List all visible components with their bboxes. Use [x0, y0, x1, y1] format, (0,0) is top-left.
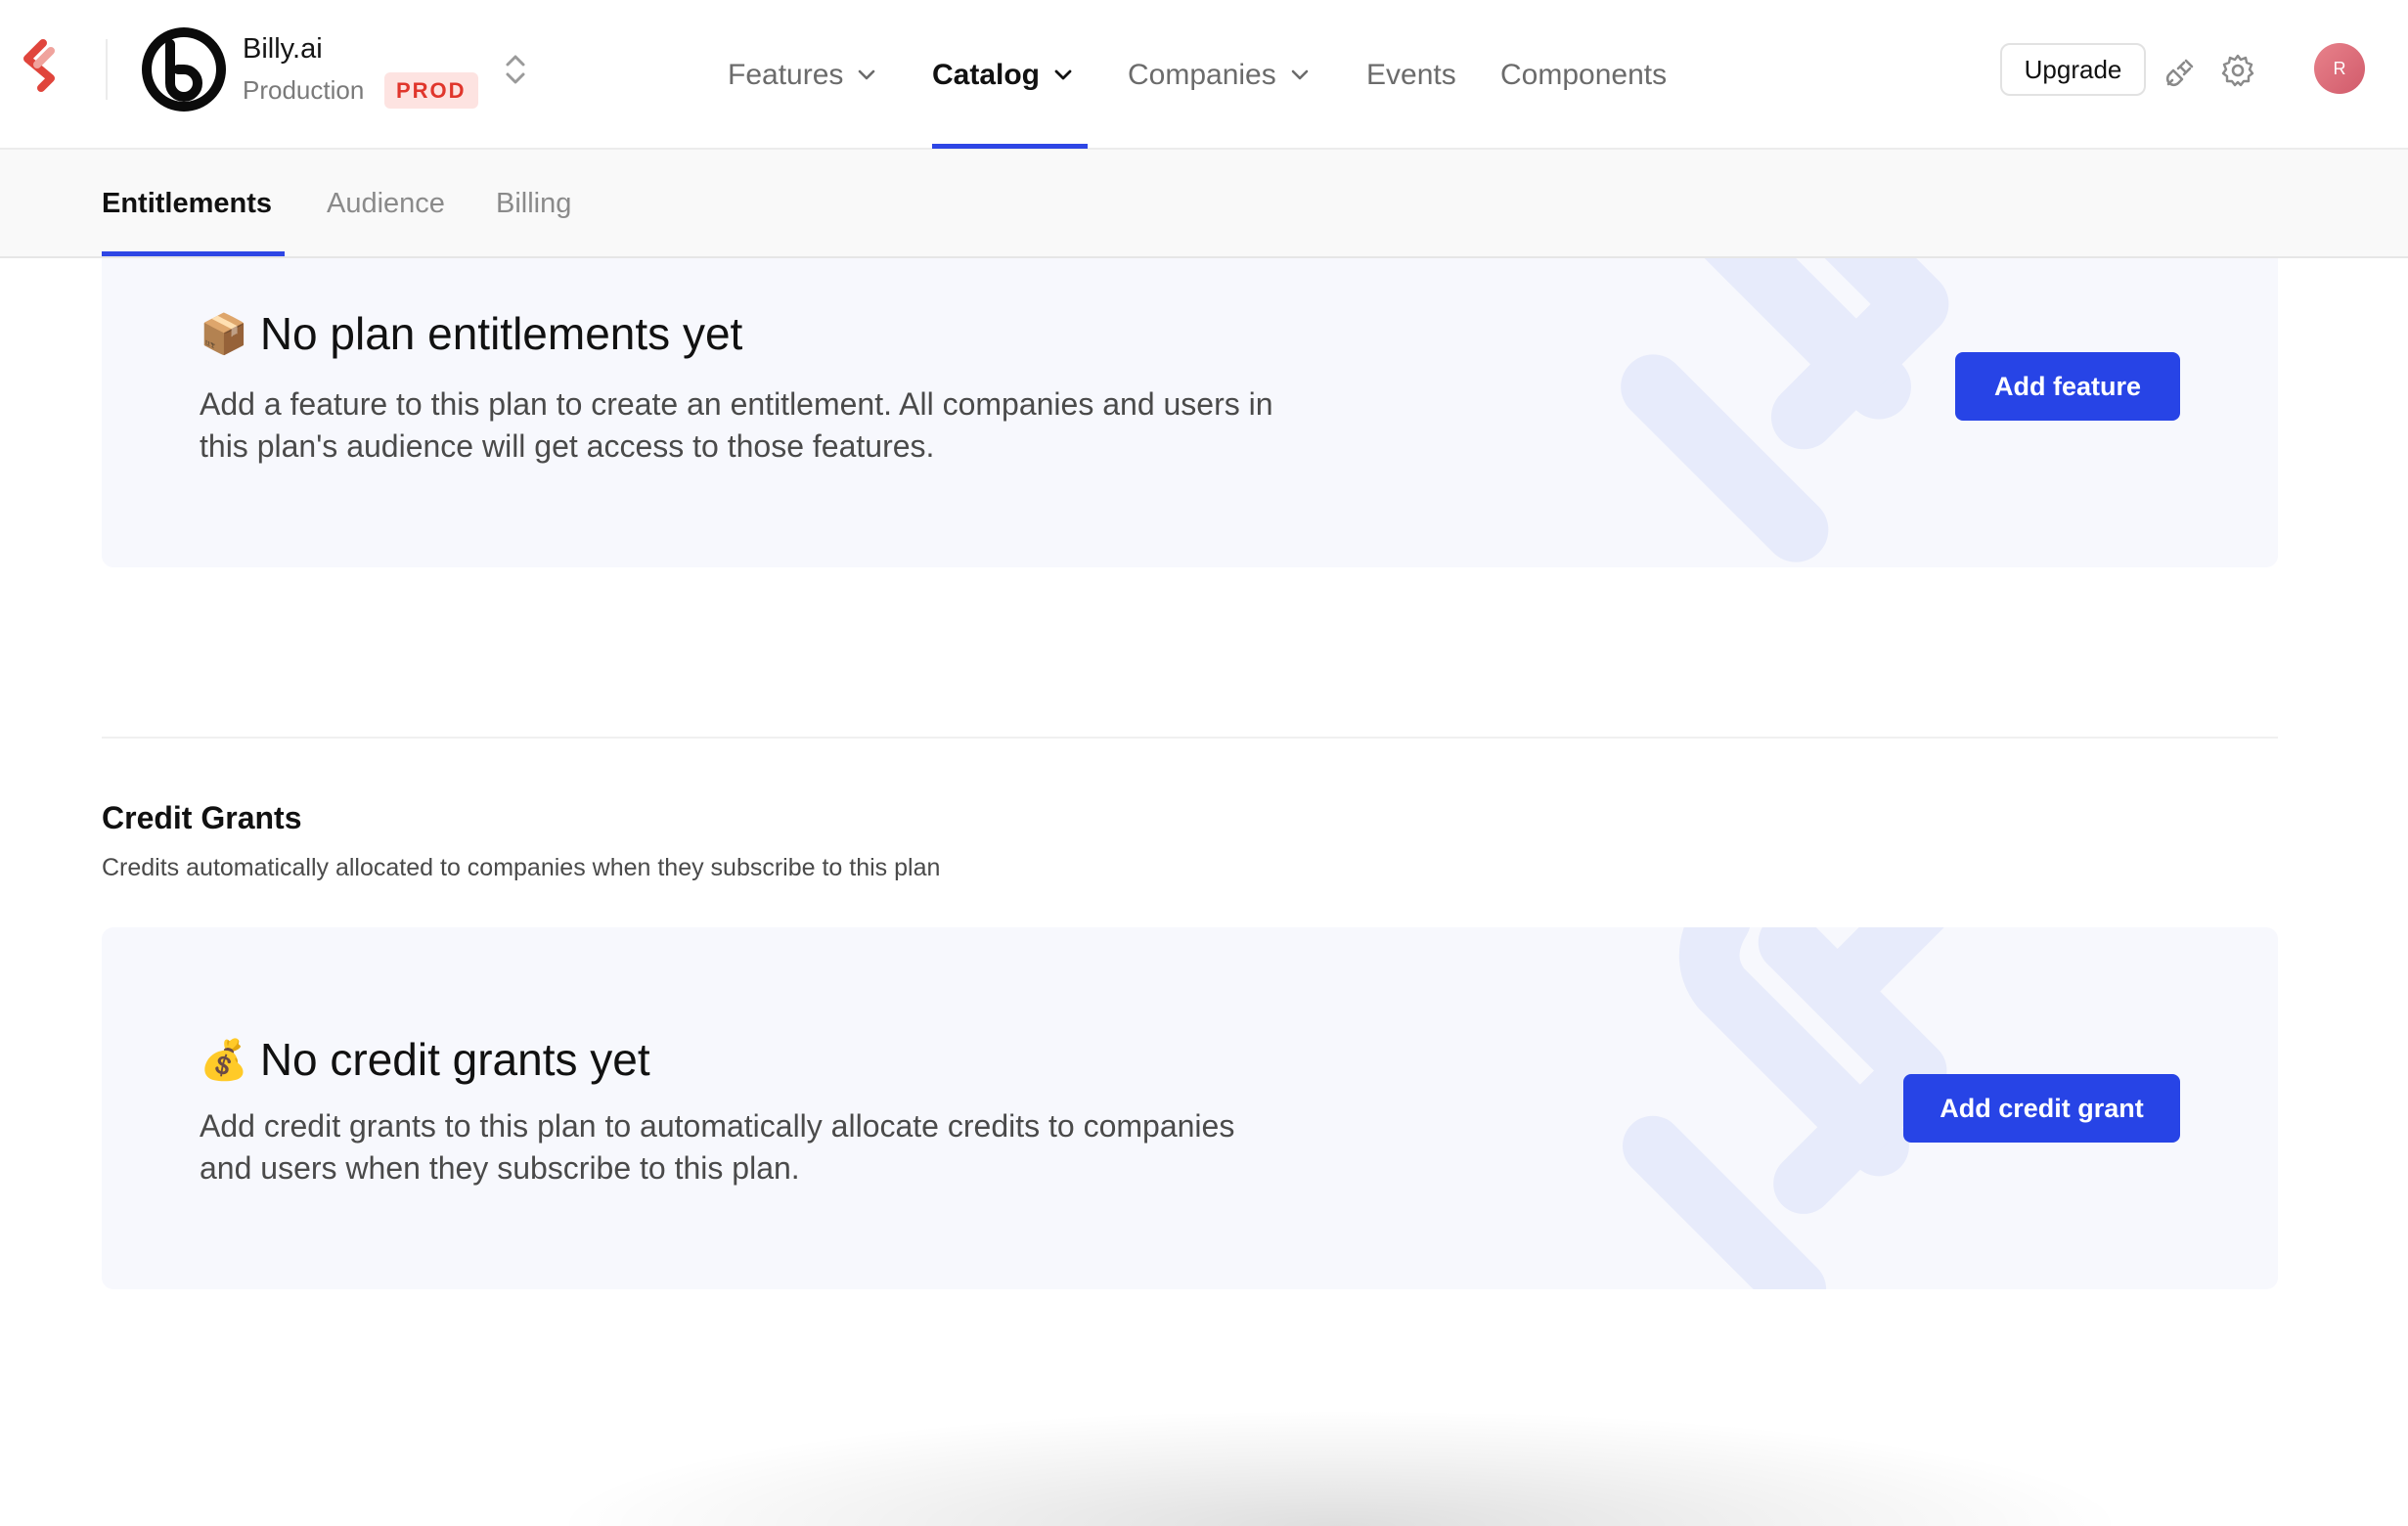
empty-title-text: No plan entitlements yet — [259, 308, 743, 359]
upgrade-button[interactable]: Upgrade — [2000, 43, 2146, 96]
nav-events[interactable]: Events — [1366, 0, 1456, 150]
credit-grants-description: Credits automatically allocated to compa… — [102, 854, 941, 881]
nav-label: Companies — [1128, 58, 1276, 91]
plug-icon[interactable] — [2164, 55, 2198, 88]
nav-catalog[interactable]: Catalog — [932, 0, 1073, 150]
nav-label: Components — [1500, 58, 1668, 91]
empty-state-description: Add credit grants to this plan to automa… — [200, 1108, 1235, 1186]
empty-state-description: Add a feature to this plan to create an … — [200, 386, 1273, 464]
environment-badge: PROD — [384, 72, 478, 109]
gear-icon[interactable] — [2220, 53, 2255, 88]
nav-label: Events — [1366, 58, 1456, 91]
chevron-down-icon — [1291, 69, 1309, 79]
money-bag-icon: 💰 — [200, 1038, 248, 1082]
empty-state-title: 💰 No credit grants yet — [200, 1033, 650, 1086]
nav-components[interactable]: Components — [1500, 0, 1667, 150]
empty-title-text: No credit grants yet — [259, 1034, 650, 1085]
active-tab-indicator — [102, 251, 285, 256]
nav-companies[interactable]: Companies — [1128, 0, 1310, 150]
nav-label: Features — [728, 58, 844, 91]
environment-name: Production — [243, 75, 365, 105]
add-credit-grant-button[interactable]: Add credit grant — [1903, 1074, 2180, 1143]
credit-grants-heading: Credit Grants — [102, 800, 302, 835]
entitlements-empty-state: 📦 No plan entitlements yet Add a feature… — [102, 258, 2278, 567]
credit-grants-empty-state: 💰 No credit grants yet Add credit grants… — [102, 927, 2278, 1289]
nav-label: Catalog — [932, 58, 1041, 91]
top-header: Billy.ai Production PROD Features Catalo… — [0, 0, 2408, 150]
empty-state-title: 📦 No plan entitlements yet — [200, 307, 742, 360]
chevron-down-icon — [859, 69, 875, 79]
floating-panel-shadow — [548, 1409, 2132, 1526]
schematic-logo-icon[interactable] — [22, 39, 65, 98]
nav-features[interactable]: Features — [728, 0, 876, 150]
org-logo[interactable] — [141, 26, 227, 112]
tab-billing[interactable]: Billing — [496, 150, 571, 258]
chevron-up-down-icon[interactable] — [503, 51, 528, 88]
user-avatar[interactable]: R — [2314, 43, 2365, 94]
section-divider — [102, 737, 2278, 739]
active-nav-indicator — [932, 144, 1088, 149]
tab-entitlements[interactable]: Entitlements — [102, 150, 272, 258]
chevron-down-icon — [1054, 69, 1072, 79]
org-name[interactable]: Billy.ai — [243, 33, 323, 66]
header-divider — [106, 39, 108, 100]
add-feature-button[interactable]: Add feature — [1955, 352, 2180, 421]
package-icon: 📦 — [200, 312, 248, 356]
plan-subtabs: Entitlements Audience Billing — [0, 150, 2408, 258]
tab-audience[interactable]: Audience — [327, 150, 445, 258]
